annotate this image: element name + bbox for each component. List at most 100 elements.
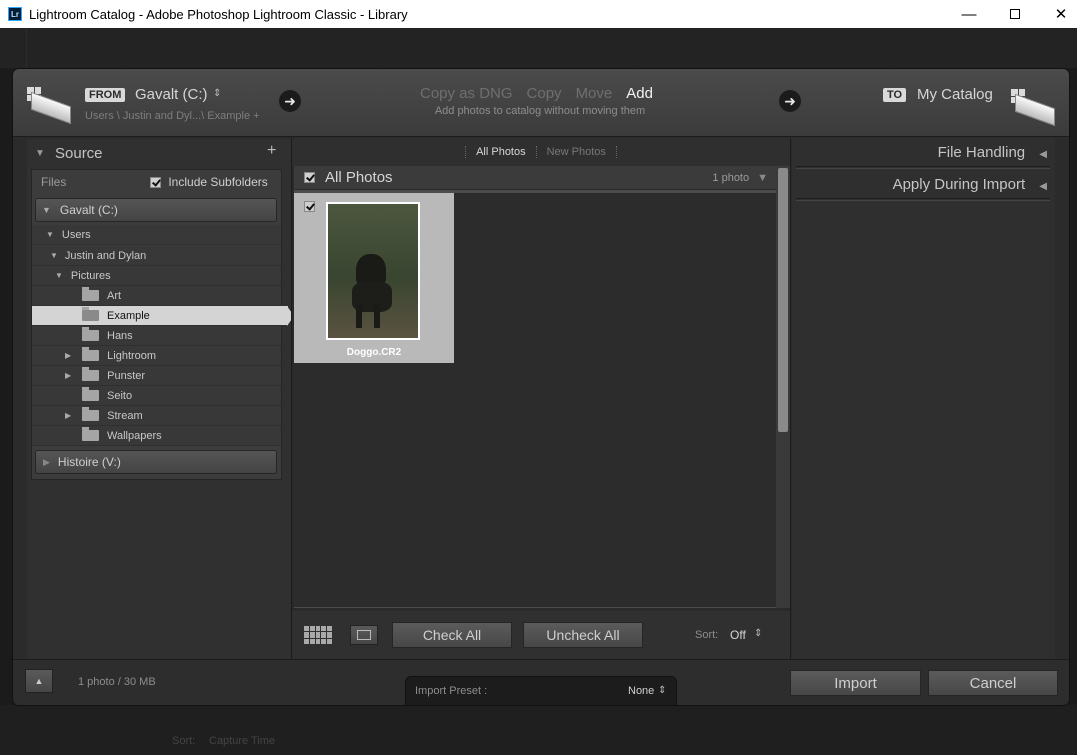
lightroom-app-icon: Lr bbox=[8, 7, 22, 21]
collapsed-triangle-left-icon[interactable]: ◀ bbox=[1039, 149, 1047, 160]
destination-drive-icon bbox=[1011, 89, 1057, 127]
import-footer: ▲ 1 photo / 30 MB Import Preset : None ⇕… bbox=[13, 659, 1069, 705]
expand-triangle-icon[interactable]: ▼ bbox=[50, 251, 58, 260]
mode-description: Add photos to catalog without moving the… bbox=[434, 105, 646, 117]
mode-move[interactable]: Move bbox=[576, 85, 613, 102]
photo-checkbox[interactable] bbox=[304, 201, 315, 212]
tree-label: Users bbox=[61, 228, 91, 241]
drive-histoire[interactable]: ▶ Histoire (V:) bbox=[35, 450, 277, 474]
tree-row-justin-and-dylan[interactable]: ▼ Justin and Dylan bbox=[32, 246, 281, 266]
grid-section-title: All Photos bbox=[325, 169, 393, 186]
loupe-view-icon[interactable] bbox=[350, 625, 378, 645]
tree-label: Justin and Dylan bbox=[64, 249, 147, 262]
grid-view-icon[interactable] bbox=[304, 626, 332, 644]
divider bbox=[796, 198, 1050, 201]
folder-icon bbox=[82, 387, 99, 401]
folder-icon bbox=[82, 347, 100, 361]
photo-thumbnail[interactable]: Doggo.CR2 bbox=[294, 193, 454, 363]
cancel-button[interactable]: Cancel bbox=[928, 670, 1058, 696]
folder-icon bbox=[82, 287, 99, 301]
include-subfolders-label[interactable]: Include Subfolders bbox=[168, 175, 267, 189]
apply-during-import-section[interactable]: Apply During Import ◀ bbox=[893, 176, 1047, 193]
import-button[interactable]: Import bbox=[790, 670, 921, 696]
tree-row-users[interactable]: ▼ Users bbox=[32, 225, 281, 245]
filter-all-photos[interactable]: All Photos bbox=[465, 146, 537, 158]
tree-row-example[interactable]: Example bbox=[32, 306, 294, 326]
close-icon[interactable]: ✕ bbox=[1038, 0, 1077, 28]
collapse-triangle-icon[interactable]: ▼ bbox=[757, 172, 768, 184]
scrollbar-thumb[interactable] bbox=[778, 168, 788, 432]
expand-dialog-button[interactable]: ▲ bbox=[25, 669, 53, 693]
source-dropdown-icon[interactable]: ⇕ bbox=[213, 88, 221, 99]
file-handling-section[interactable]: File Handling ◀ bbox=[938, 144, 1047, 161]
import-header: FROM Gavalt (C:) ⇕ Users \ Justin and Dy… bbox=[13, 69, 1069, 137]
tree-label: Stream bbox=[107, 409, 143, 422]
add-source-icon[interactable]: + bbox=[267, 142, 276, 160]
include-subfolders-checkbox[interactable] bbox=[150, 176, 162, 188]
minimize-icon[interactable]: — bbox=[946, 0, 992, 28]
apply-during-import-title: Apply During Import bbox=[892, 176, 1026, 193]
from-label: FROM bbox=[85, 88, 126, 102]
to-label: TO bbox=[883, 88, 907, 102]
filter-new-photos[interactable]: New Photos bbox=[537, 146, 617, 158]
import-preset-label: Import Preset : bbox=[415, 685, 488, 697]
photo-image[interactable] bbox=[326, 202, 420, 340]
library-background-top bbox=[0, 28, 1077, 68]
uncheck-all-button[interactable]: Uncheck All bbox=[523, 622, 643, 648]
drive-gavalt-label: Gavalt (C:) bbox=[59, 203, 118, 217]
expand-triangle-icon[interactable]: ▼ bbox=[42, 205, 51, 215]
preset-dropdown-icon[interactable]: ⇕ bbox=[658, 685, 666, 696]
tree-row-punster[interactable]: ▶ Punster bbox=[32, 366, 281, 386]
tree-row-wallpapers[interactable]: Wallpapers bbox=[32, 426, 281, 446]
tree-label: Lightroom bbox=[107, 349, 157, 362]
library-background-toolbar: Sort: Capture Time bbox=[0, 705, 1077, 755]
collapsed-triangle-icon[interactable]: ▶ bbox=[65, 371, 71, 380]
sort-dropdown[interactable]: Off bbox=[730, 628, 746, 642]
tree-label: Art bbox=[107, 289, 122, 302]
tree-row-seito[interactable]: Seito bbox=[32, 386, 281, 406]
expand-triangle-icon[interactable]: ▼ bbox=[46, 230, 54, 239]
tree-row-art[interactable]: Art bbox=[32, 286, 281, 306]
tree-row-lightroom[interactable]: ▶ Lightroom bbox=[32, 346, 281, 366]
file-handling-title: File Handling bbox=[937, 144, 1026, 161]
tree-label: Example bbox=[107, 309, 150, 322]
source-path[interactable]: Users \ Justin and Dyl...\ Example + bbox=[85, 110, 260, 122]
source-drive-icon bbox=[27, 87, 73, 125]
check-all-button[interactable]: Check All bbox=[392, 622, 512, 648]
photo-filename: Doggo.CR2 bbox=[346, 347, 402, 358]
photo-grid-panel: All Photos New Photos All Photos 1 photo… bbox=[291, 138, 791, 659]
sort-dropdown-icon[interactable]: ⇕ bbox=[754, 628, 762, 639]
mode-add[interactable]: Add bbox=[626, 85, 653, 102]
files-label: Files bbox=[41, 175, 67, 189]
grid-scrollbar[interactable] bbox=[776, 166, 790, 608]
import-dialog: FROM Gavalt (C:) ⇕ Users \ Justin and Dy… bbox=[13, 69, 1069, 705]
source-selector[interactable]: Gavalt (C:) bbox=[135, 86, 208, 103]
mode-copy[interactable]: Copy bbox=[527, 85, 562, 102]
mode-copy-as-dng[interactable]: Copy as DNG bbox=[420, 85, 513, 102]
collapsed-triangle-left-icon[interactable]: ◀ bbox=[1039, 181, 1047, 192]
expand-triangle-icon[interactable]: ▼ bbox=[55, 271, 63, 280]
destination-label[interactable]: My Catalog bbox=[917, 86, 993, 103]
drive-histoire-label: Histoire (V:) bbox=[57, 455, 121, 469]
collapse-triangle-icon[interactable]: ▼ bbox=[35, 148, 45, 159]
sort-label: Sort: bbox=[695, 629, 719, 641]
collapsed-triangle-icon[interactable]: ▶ bbox=[65, 411, 71, 420]
import-preset-dropdown[interactable]: None bbox=[628, 685, 654, 697]
photo-count: 1 photo bbox=[712, 171, 750, 184]
all-photos-checkbox[interactable] bbox=[304, 172, 315, 183]
tree-row-stream[interactable]: ▶ Stream bbox=[32, 406, 281, 426]
collapsed-triangle-icon[interactable]: ▶ bbox=[65, 351, 71, 360]
tree-row-hans[interactable]: Hans bbox=[32, 326, 281, 346]
source-tree-box: Files Include Subfolders ▼ Gavalt (C:) ▼… bbox=[31, 169, 294, 480]
divider bbox=[796, 166, 1050, 169]
triangle-up-icon: ▲ bbox=[34, 676, 44, 686]
collapsed-triangle-icon[interactable]: ▶ bbox=[43, 457, 50, 468]
arrow-right-icon: ➜ bbox=[779, 90, 801, 112]
import-options-panel: File Handling ◀ Apply During Import ◀ bbox=[792, 138, 1055, 659]
grid-body: Doggo.CR2 bbox=[294, 193, 776, 607]
maximize-icon[interactable] bbox=[992, 0, 1038, 28]
import-preset-bar[interactable]: Import Preset : None ⇕ bbox=[405, 676, 677, 705]
tree-row-pictures[interactable]: ▼ Pictures bbox=[32, 266, 281, 286]
tree-label: Punster bbox=[107, 369, 146, 382]
drive-gavalt[interactable]: ▼ Gavalt (C:) bbox=[35, 198, 277, 222]
